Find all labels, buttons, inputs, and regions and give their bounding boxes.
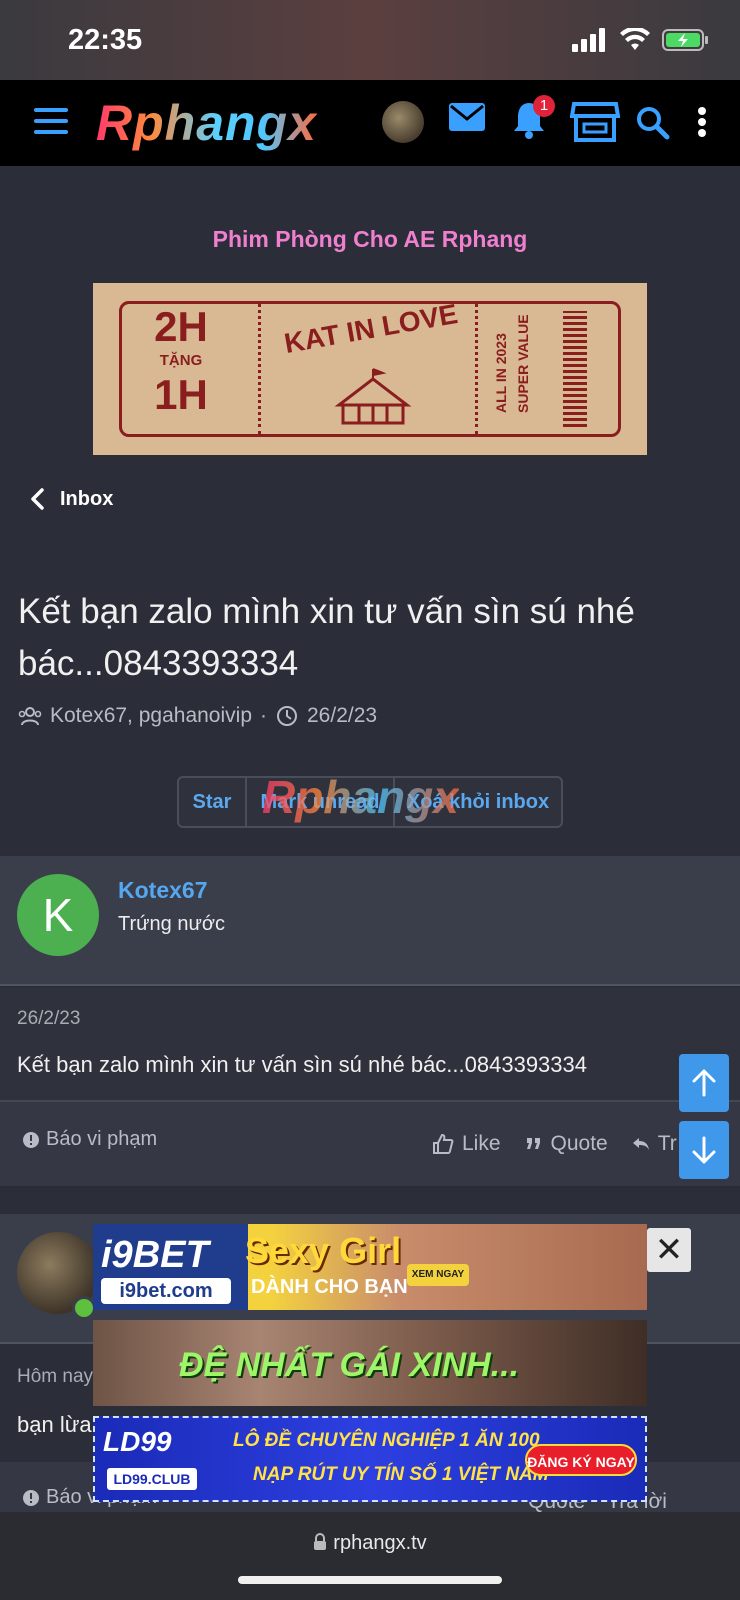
browser-bottom-bar <box>0 1512 740 1600</box>
reply-button[interactable]: Tr <box>632 1132 677 1156</box>
back-to-inbox[interactable]: Inbox <box>28 487 113 511</box>
ticket-divider <box>258 303 261 435</box>
message-text: bạn lừa <box>17 1412 92 1437</box>
url-text: rphangx.tv <box>333 1532 427 1554</box>
menu-icon[interactable] <box>34 108 68 138</box>
status-bar: 22:35 <box>0 0 740 80</box>
message-header <box>0 856 740 986</box>
quote-label: Quote <box>550 1132 608 1155</box>
signal-icon <box>572 28 605 52</box>
ad-headline: Sexy Girl <box>245 1230 402 1271</box>
alert-icon <box>23 1489 39 1506</box>
app-header: Rphangx <box>0 80 740 166</box>
home-indicator[interactable] <box>238 1576 502 1584</box>
tent-icon <box>334 368 412 425</box>
user-title: Trứng nước <box>118 913 225 935</box>
chevron-left-icon <box>31 488 44 510</box>
message-date[interactable]: Hôm nay <box>17 1366 93 1388</box>
user-avatar[interactable] <box>382 101 424 143</box>
ticket-line2: TẶNG <box>159 352 203 369</box>
ticket-line1: 2H <box>154 303 208 350</box>
barcode <box>563 311 587 427</box>
close-ad-button[interactable]: ✕ <box>647 1228 691 1272</box>
ad-logo: LD99 <box>103 1426 172 1457</box>
meta-separator: · <box>260 704 267 727</box>
promo-title[interactable]: Phim Phòng Cho AE Rphang <box>0 226 740 253</box>
search-icon[interactable] <box>636 106 670 140</box>
clock-icon <box>277 706 297 726</box>
wifi-icon <box>620 28 650 50</box>
thread-title: Kết bạn zalo mình xin tư vấn sìn sú nhé … <box>18 592 635 683</box>
mark-unread-button[interactable]: Mark unread <box>247 778 395 826</box>
reply-icon <box>632 1138 649 1150</box>
ad-logo: i9BET <box>101 1234 209 1276</box>
scroll-down-button[interactable] <box>679 1121 729 1179</box>
quote-button[interactable]: Quote <box>525 1132 608 1156</box>
ticket-divider <box>475 303 478 435</box>
ticket-side2: SUPER VALUE <box>515 314 531 413</box>
star-button[interactable]: Star <box>179 778 247 826</box>
ad-cta-button[interactable]: XEM NGAY <box>407 1264 469 1286</box>
lock-icon <box>314 1533 327 1550</box>
ad-cta-button[interactable]: ĐĂNG KÝ NGAY <box>525 1444 637 1476</box>
thread-meta: Kotex67, pgahanoivip · 26/2/23 <box>18 704 377 728</box>
ticket-offer: 2H TẶNG 1H <box>141 305 221 417</box>
battery-icon <box>662 29 708 51</box>
store-icon[interactable] <box>570 100 620 144</box>
reply-label: Tr <box>657 1132 677 1155</box>
ad-banner-i9bet[interactable]: i9BET i9bet.com Sexy Girl DÀNH CHO BẠN X… <box>93 1224 647 1310</box>
page: 22:35 Rphangx 1 Phim Phòng Cho AE Rphang… <box>0 0 740 1600</box>
message-text: Kết bạn zalo mình xin tư vấn sìn sú nhé … <box>17 1052 588 1077</box>
avatar[interactable]: K <box>17 874 99 956</box>
status-time: 22:35 <box>68 24 143 56</box>
mail-icon[interactable] <box>448 102 486 132</box>
url-bar[interactable]: rphangx.tv <box>0 1532 740 1555</box>
thumbs-up-icon <box>433 1133 454 1154</box>
users-icon <box>18 707 42 726</box>
back-label: Inbox <box>60 487 114 510</box>
message-actions: Like Quote Tr <box>432 1132 677 1156</box>
alert-icon <box>23 1131 39 1148</box>
status-icons <box>572 28 710 52</box>
ad-line2: NẠP RÚT UY TÍN SỐ 1 VIỆT NAM <box>253 1464 549 1485</box>
site-logo[interactable]: Rphangx <box>96 94 317 152</box>
message-body <box>0 988 740 1102</box>
arrow-down-icon <box>692 1136 716 1164</box>
ticket-side1: ALL IN 2023 <box>493 333 509 413</box>
ad-headline: ĐỆ NHẤT GÁI XINH... <box>179 1346 520 1384</box>
conversation-actions: Star Mark unread Xoá khỏi inbox <box>177 776 563 828</box>
message-date[interactable]: 26/2/23 <box>17 1008 80 1030</box>
ad-banner-ld99[interactable]: LD99 LD99.CLUB LÔ ĐỀ CHUYÊN NGHIỆP 1 ĂN … <box>93 1416 647 1502</box>
like-label: Like <box>462 1132 501 1155</box>
ad-subtitle: DÀNH CHO BẠN <box>251 1276 408 1298</box>
more-icon[interactable] <box>696 106 708 138</box>
thread-date: 26/2/23 <box>307 704 378 727</box>
ticket-line3: 1H <box>154 371 208 418</box>
report-label: Báo vi phạm <box>46 1128 158 1150</box>
message-author[interactable]: Kotex67 <box>118 877 207 904</box>
scroll-up-button[interactable] <box>679 1054 729 1112</box>
ad-domain: LD99.CLUB <box>107 1468 197 1490</box>
ad-line1: LÔ ĐỀ CHUYÊN NGHIỆP 1 ĂN 100 <box>233 1430 540 1451</box>
arrow-up-icon <box>692 1069 716 1097</box>
notification-badge: 1 <box>533 95 555 117</box>
ad-banner-girls[interactable]: ĐỆ NHẤT GÁI XINH... <box>93 1320 647 1406</box>
quote-icon <box>526 1138 540 1149</box>
remove-from-inbox-button[interactable]: Xoá khỏi inbox <box>395 778 561 826</box>
like-button[interactable]: Like <box>432 1132 501 1156</box>
participants[interactable]: Kotex67, pgahanoivip <box>50 704 252 728</box>
report-button[interactable]: Báo vi phạm <box>22 1128 157 1151</box>
promo-banner[interactable]: 2H TẶNG 1H KAT IN LOVE ALL IN 2023 SUPER… <box>93 283 647 455</box>
ad-domain: i9bet.com <box>101 1278 231 1304</box>
